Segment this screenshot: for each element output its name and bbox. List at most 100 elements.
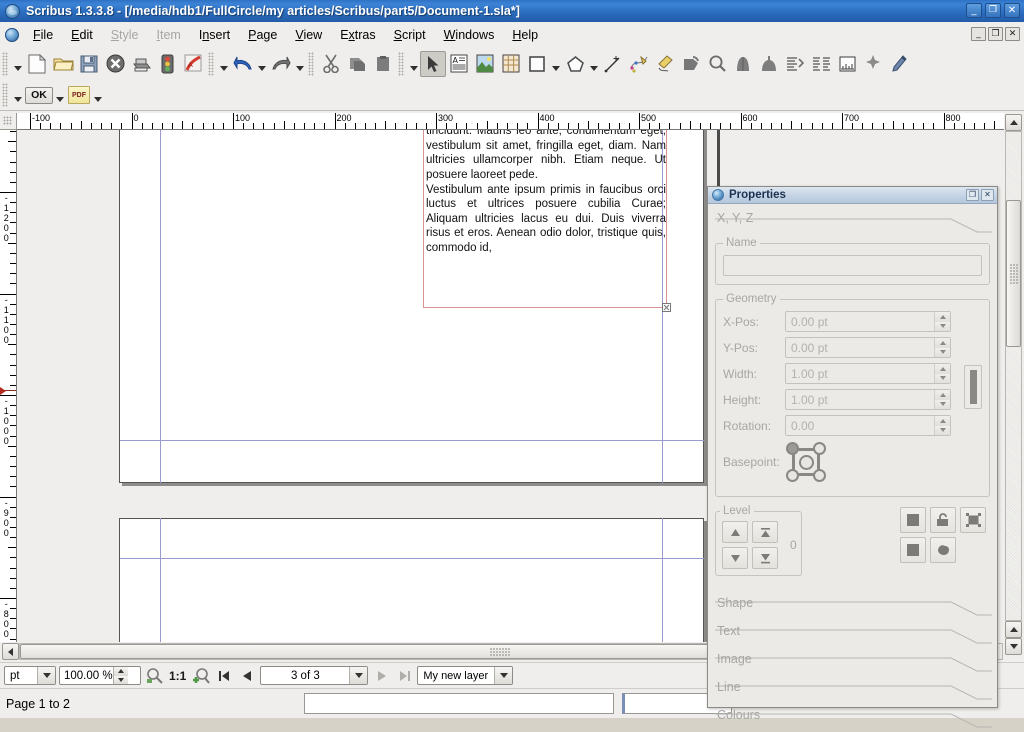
restore-button[interactable]: ❐ (985, 3, 1001, 18)
layer-combo[interactable]: My new layer (417, 666, 514, 685)
scroll-left-button[interactable] (2, 643, 19, 660)
unit-combo-caret-icon[interactable] (37, 667, 55, 684)
basepoint-top-left[interactable] (786, 442, 799, 455)
menu-help[interactable]: Help (503, 25, 547, 45)
basepoint-bottom-left[interactable] (786, 469, 799, 482)
insert-freehand-line-icon[interactable] (652, 51, 678, 77)
zoom-out-icon[interactable] (144, 666, 164, 685)
toolbar-grip-4[interactable] (398, 51, 404, 76)
width-stepper[interactable] (934, 364, 950, 383)
redo-icon[interactable] (268, 51, 294, 77)
polygon-dropdown-caret[interactable] (588, 52, 600, 76)
zoom-stepper[interactable] (112, 667, 128, 684)
ypos-input[interactable]: 0.00 pt (785, 337, 951, 358)
unit-combo[interactable]: pt (4, 666, 56, 685)
edit-contents-icon[interactable] (730, 51, 756, 77)
basepoint-center[interactable] (799, 455, 814, 470)
vertical-ruler[interactable]: -1200-1100-1000-900-800 (0, 130, 17, 642)
mdi-minimize-button[interactable]: _ (971, 27, 986, 41)
zoom-spinbox[interactable]: 100.00 % (59, 666, 141, 685)
lock-size-icon[interactable] (930, 507, 956, 533)
layer-combo-caret-icon[interactable] (494, 667, 513, 684)
document-menu-icon[interactable] (5, 27, 19, 42)
open-folder-icon[interactable] (50, 51, 76, 77)
insert-bezier-curve-icon[interactable] (626, 51, 652, 77)
properties-close-button[interactable]: ✕ (981, 189, 994, 201)
raise-item-icon[interactable] (722, 521, 748, 543)
properties-title-bar[interactable]: Properties ❐ ✕ (708, 187, 997, 204)
properties-palette[interactable]: Properties ❐ ✕ X, Y, Z Name Geometry X-P… (707, 186, 998, 728)
insert-table-icon[interactable] (498, 51, 524, 77)
lock-item-icon[interactable] (900, 507, 926, 533)
page-selector-combo[interactable]: 3 of 3 (260, 666, 369, 685)
text-frame[interactable]: condimentum a, adipiscing et, lacinia ve… (423, 130, 671, 312)
toolbar-grip-3[interactable] (308, 51, 314, 76)
disable-printing-icon[interactable] (900, 537, 926, 563)
tab-line[interactable]: Line (715, 678, 992, 704)
lower-item-icon[interactable] (722, 547, 748, 569)
vertical-scrollbar-track[interactable] (1005, 131, 1022, 621)
flow-around-frame-icon[interactable] (930, 537, 956, 563)
zoom-icon[interactable] (704, 51, 730, 77)
copy-item-properties-icon[interactable] (860, 51, 886, 77)
previous-page-icon[interactable] (237, 666, 257, 685)
rotation-stepper[interactable] (934, 416, 950, 435)
close-button[interactable]: ✕ (1004, 3, 1020, 18)
menu-insert[interactable]: Insert (190, 25, 239, 45)
insert-image-frame-icon[interactable] (472, 51, 498, 77)
save-icon[interactable] (76, 51, 102, 77)
ruler-corner[interactable] (0, 113, 17, 130)
first-page-icon[interactable] (214, 666, 234, 685)
insert-polygon-icon[interactable] (562, 51, 588, 77)
preflight-verifier-icon[interactable] (154, 51, 180, 77)
rotate-item-icon[interactable] (678, 51, 704, 77)
xpos-input[interactable]: 0.00 pt (785, 311, 951, 332)
redo-extra-caret[interactable] (294, 52, 306, 76)
insert-line-icon[interactable] (600, 51, 626, 77)
zoom-ratio-label[interactable]: 1:1 (167, 669, 188, 683)
last-page-icon[interactable] (394, 666, 414, 685)
tab-text[interactable]: Text (715, 622, 992, 648)
mdi-restore-button[interactable]: ❐ (988, 27, 1003, 41)
basepoint-bottom-right[interactable] (813, 469, 826, 482)
width-input[interactable]: 1.00 pt (785, 363, 951, 384)
print-icon[interactable] (128, 51, 154, 77)
raise-to-top-icon[interactable] (752, 521, 778, 543)
tab-shape[interactable]: Shape (715, 594, 992, 620)
tab-xyz[interactable]: X, Y, Z (715, 209, 992, 235)
xpos-stepper[interactable] (934, 312, 950, 331)
minimize-button[interactable]: _ (966, 3, 982, 18)
menu-view[interactable]: View (286, 25, 331, 45)
horizontal-ruler[interactable]: -100 0 100 200 300 400 500 600 700 800 (17, 113, 1004, 130)
scroll-up-button-2[interactable] (1005, 621, 1022, 638)
enable-printing-icon[interactable] (960, 507, 986, 533)
toolbar-grip-2[interactable] (208, 51, 214, 76)
copy-icon[interactable] (344, 51, 370, 77)
zoom-in-icon[interactable] (191, 666, 211, 685)
vertical-scrollbar-thumb[interactable] (1006, 200, 1021, 347)
height-stepper[interactable] (934, 390, 950, 409)
paste-icon[interactable] (370, 51, 396, 77)
tab-colours[interactable]: Colours (715, 706, 992, 732)
undo-dropdown-caret[interactable] (218, 52, 230, 76)
eye-dropper-icon[interactable] (886, 51, 912, 77)
unlink-text-frames-icon[interactable] (808, 51, 834, 77)
pdf-tools-caret[interactable] (92, 83, 104, 107)
text-overflow-icon[interactable] (662, 303, 671, 312)
insert-text-frame-icon[interactable]: A (446, 51, 472, 77)
edit-text-story-editor-icon[interactable] (756, 51, 782, 77)
save-as-pdf-icon[interactable]: A (180, 51, 206, 77)
tools-caret[interactable] (408, 52, 420, 76)
ypos-stepper[interactable] (934, 338, 950, 357)
close-document-icon[interactable] (102, 51, 128, 77)
page-selector-caret-icon[interactable] (349, 667, 368, 684)
tab-image[interactable]: Image (715, 650, 992, 676)
select-item-icon[interactable] (420, 50, 446, 77)
scroll-up-button[interactable] (1005, 114, 1022, 131)
new-document-icon[interactable] (24, 51, 50, 77)
redo-dropdown-caret[interactable] (256, 52, 268, 76)
rotation-input[interactable]: 0.00 (785, 415, 951, 436)
basepoint-selector[interactable] (785, 441, 827, 483)
mdi-close-button[interactable]: ✕ (1005, 27, 1020, 41)
cut-icon[interactable] (318, 51, 344, 77)
